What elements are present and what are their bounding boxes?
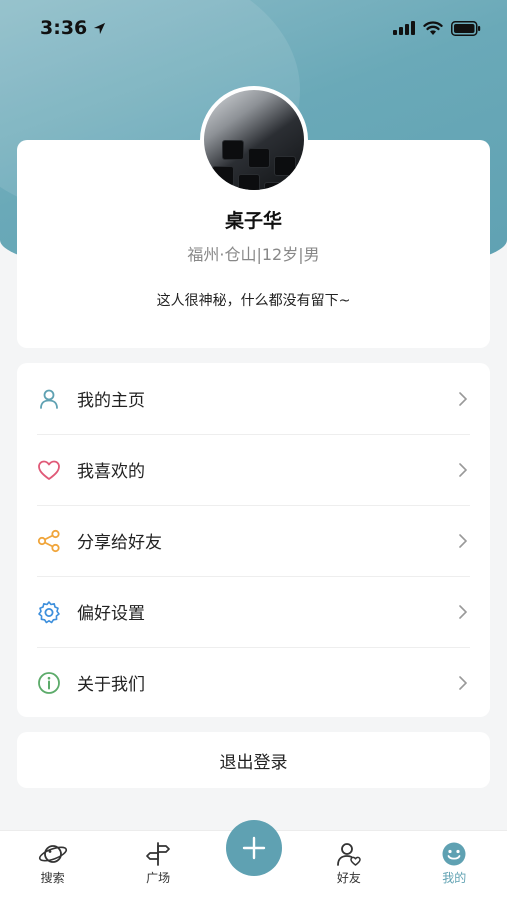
avatar[interactable] (200, 86, 308, 194)
chevron-right-icon (456, 533, 470, 548)
profile-location-age-gender: 福州·仓山|12岁|男 (187, 245, 320, 264)
menu-label: 偏好设置 (77, 604, 145, 624)
tab-label: 搜索 (40, 871, 65, 885)
menu-label: 我喜欢的 (77, 462, 145, 482)
gear-icon (37, 600, 61, 624)
tab-square[interactable]: 广场 (108, 831, 208, 886)
menu-item-share[interactable]: 分享给好友 (17, 505, 490, 576)
planet-icon (38, 845, 67, 863)
menu-label: 我的主页 (77, 391, 145, 411)
menu-item-about-us[interactable]: 关于我们 (17, 647, 490, 718)
signpost-icon (146, 842, 170, 866)
menu-item-my-homepage[interactable]: 我的主页 (17, 363, 490, 434)
avatar-photo-key (274, 156, 296, 176)
chevron-right-icon (456, 391, 470, 406)
status-bar: 3:36 (0, 0, 507, 56)
tab-label: 我的 (442, 871, 467, 885)
location-arrow-icon (94, 22, 106, 34)
logout-button[interactable]: 退出登录 (17, 732, 490, 788)
signal-icon (393, 21, 415, 35)
chevron-right-icon (456, 604, 470, 619)
menu-item-my-likes[interactable]: 我喜欢的 (17, 434, 490, 505)
tab-search[interactable]: 搜索 (3, 831, 103, 886)
status-time: 3:36 (40, 17, 106, 39)
status-icons (393, 20, 481, 36)
profile-name: 桌子华 (224, 210, 282, 232)
avatar-photo-key (238, 174, 260, 190)
tab-label: 好友 (336, 871, 361, 885)
avatar-photo-key (248, 148, 270, 168)
battery-icon (451, 20, 481, 36)
profile-bio: 这人很神秘，什么都没有留下~ (156, 293, 351, 309)
friend-icon (336, 843, 361, 866)
time-text: 3:36 (40, 17, 88, 39)
menu-card: 我的主页 我喜欢的 分享给好友 偏好设置 关于我们 (17, 363, 490, 717)
avatar-photo-key (212, 166, 234, 186)
menu-item-preferences[interactable]: 偏好设置 (17, 576, 490, 647)
smile-icon (442, 842, 466, 866)
menu-label: 关于我们 (77, 675, 145, 695)
chevron-right-icon (456, 462, 470, 477)
tab-label: 广场 (146, 871, 171, 885)
heart-icon (37, 458, 61, 482)
tab-friends[interactable]: 好友 (299, 831, 399, 886)
menu-label: 分享给好友 (77, 533, 162, 553)
user-icon (37, 387, 61, 411)
share-icon (37, 529, 61, 553)
wifi-icon (423, 20, 443, 35)
add-post-button[interactable] (226, 820, 282, 876)
avatar-photo-key (222, 140, 244, 160)
chevron-right-icon (456, 675, 470, 690)
info-icon (37, 671, 61, 695)
plus-icon (242, 836, 266, 860)
tab-mine[interactable]: 我的 (404, 831, 504, 886)
